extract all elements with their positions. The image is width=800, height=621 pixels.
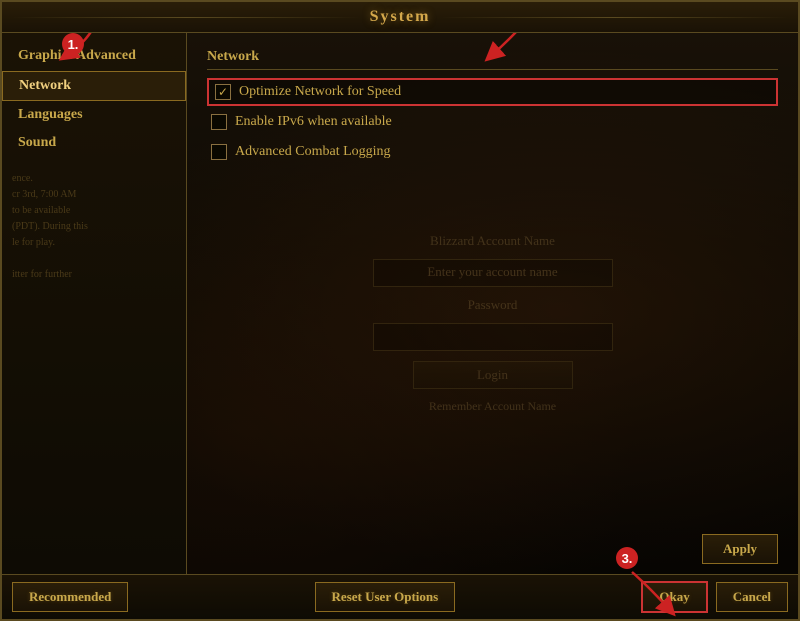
bg-account-input: Enter your account name: [373, 259, 613, 287]
recommended-button[interactable]: Recommended: [12, 582, 128, 612]
option-row-ipv6: Enable IPv6 when available: [207, 108, 778, 136]
bottom-bar: 3. Recommended Reset User Options Okay C…: [2, 574, 798, 619]
sidebar-item-languages-label: Languages: [18, 107, 83, 122]
sidebar-item-network[interactable]: Network: [2, 71, 186, 101]
apply-button-area: Apply: [702, 534, 778, 564]
label-combat-logging: Advanced Combat Logging: [235, 144, 391, 160]
title-bar: System: [2, 2, 798, 33]
sidebar-item-graphics-advanced[interactable]: Graphics Advanced: [2, 41, 186, 71]
label-optimize-network: Optimize Network for Speed: [239, 84, 401, 100]
reset-button[interactable]: Reset User Options: [315, 582, 456, 612]
label-ipv6: Enable IPv6 when available: [235, 114, 392, 130]
bg-login-button: Login: [413, 361, 573, 389]
cancel-button[interactable]: Cancel: [716, 582, 788, 612]
sidebar: 1. Graphics Advanced Network: [2, 33, 187, 574]
option-row-combat-logging: Advanced Combat Logging: [207, 138, 778, 166]
bg-password-label: Password: [468, 297, 518, 313]
window-title: System: [370, 8, 431, 26]
sidebar-item-languages[interactable]: Languages: [2, 101, 186, 129]
settings-content: Network Optimize Network for Speed Enabl…: [207, 49, 778, 166]
network-section-label: Network: [207, 49, 778, 70]
bg-remember-label: Remember Account Name: [429, 399, 556, 414]
apply-button[interactable]: Apply: [702, 534, 778, 564]
checkbox-ipv6[interactable]: [211, 114, 227, 130]
content-panel: 2. Blizzard Account Name Enter your acco…: [187, 33, 798, 574]
bg-password-input: [373, 323, 613, 351]
sidebar-item-network-label: Network: [19, 78, 71, 93]
checkbox-optimize-network[interactable]: [215, 84, 231, 100]
bg-account-label: Blizzard Account Name: [430, 233, 555, 249]
okay-button[interactable]: Okay: [641, 581, 707, 613]
option-row-optimize-network: Optimize Network for Speed: [207, 78, 778, 106]
main-content: 1. Graphics Advanced Network: [2, 33, 798, 574]
checkbox-combat-logging[interactable]: [211, 144, 227, 160]
sidebar-item-sound[interactable]: Sound: [2, 129, 186, 157]
system-settings-window: System 1. Gr: [0, 0, 800, 621]
sidebar-item-sound-label: Sound: [18, 135, 56, 150]
sidebar-bg-text: ence. cr 3rd, 7:00 AM to be available (P…: [2, 167, 186, 287]
